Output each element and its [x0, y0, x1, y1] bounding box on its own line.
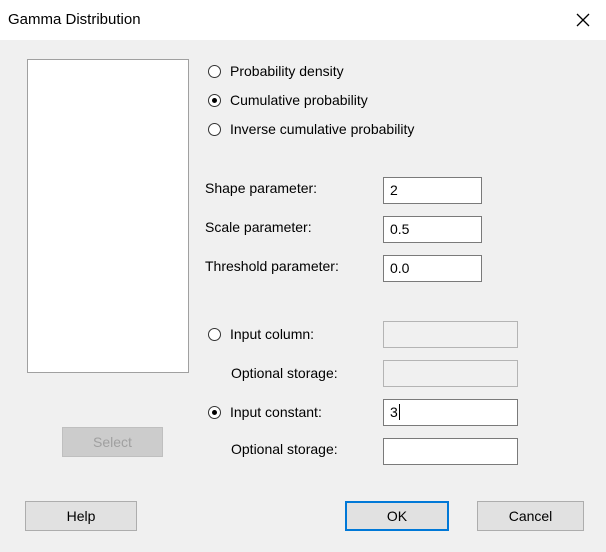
radio-button[interactable]: [208, 93, 221, 107]
radio-inverse-cumulative-probability[interactable]: Inverse cumulative probability: [208, 121, 414, 137]
ok-button[interactable]: OK: [345, 501, 449, 531]
radio-label: Probability density: [230, 63, 344, 79]
scale-parameter-input[interactable]: 0.5: [383, 216, 482, 243]
select-button[interactable]: Select: [62, 427, 163, 457]
threshold-parameter-label: Threshold parameter:: [205, 258, 339, 274]
radio-button[interactable]: [208, 64, 221, 78]
input-constant-field[interactable]: 3: [383, 399, 518, 426]
input-constant-value: 3: [390, 404, 398, 420]
scale-parameter-label: Scale parameter:: [205, 219, 312, 235]
input-column-storage-field[interactable]: [383, 360, 518, 387]
radio-button[interactable]: [208, 327, 221, 341]
input-constant-storage-field[interactable]: [383, 438, 518, 465]
window-title: Gamma Distribution: [8, 11, 141, 28]
radio-input-constant[interactable]: Input constant:: [208, 404, 322, 420]
radio-button[interactable]: [208, 405, 221, 419]
gamma-distribution-dialog: Gamma Distribution Probability density C…: [0, 0, 606, 552]
close-icon: [576, 13, 590, 27]
shape-parameter-input[interactable]: 2: [383, 177, 482, 204]
column-list[interactable]: [27, 59, 189, 373]
help-button[interactable]: Help: [25, 501, 137, 531]
input-column-storage-label: Optional storage:: [231, 365, 338, 381]
radio-label: Inverse cumulative probability: [230, 121, 415, 137]
radio-label: Input column:: [230, 326, 315, 342]
radio-label: Cumulative probability: [230, 92, 368, 108]
radio-button[interactable]: [208, 122, 221, 136]
input-column-field[interactable]: [383, 321, 518, 348]
cancel-button[interactable]: Cancel: [477, 501, 584, 531]
text-caret: [398, 404, 400, 420]
radio-input-column[interactable]: Input column:: [208, 326, 314, 342]
input-constant-storage-label: Optional storage:: [231, 441, 338, 457]
radio-probability-density[interactable]: Probability density: [208, 63, 344, 79]
title-bar: Gamma Distribution: [0, 0, 606, 40]
radio-cumulative-probability[interactable]: Cumulative probability: [208, 92, 368, 108]
radio-label: Input constant:: [230, 404, 322, 420]
shape-parameter-label: Shape parameter:: [205, 180, 318, 196]
threshold-parameter-input[interactable]: 0.0: [383, 255, 482, 282]
close-button[interactable]: [560, 0, 606, 40]
